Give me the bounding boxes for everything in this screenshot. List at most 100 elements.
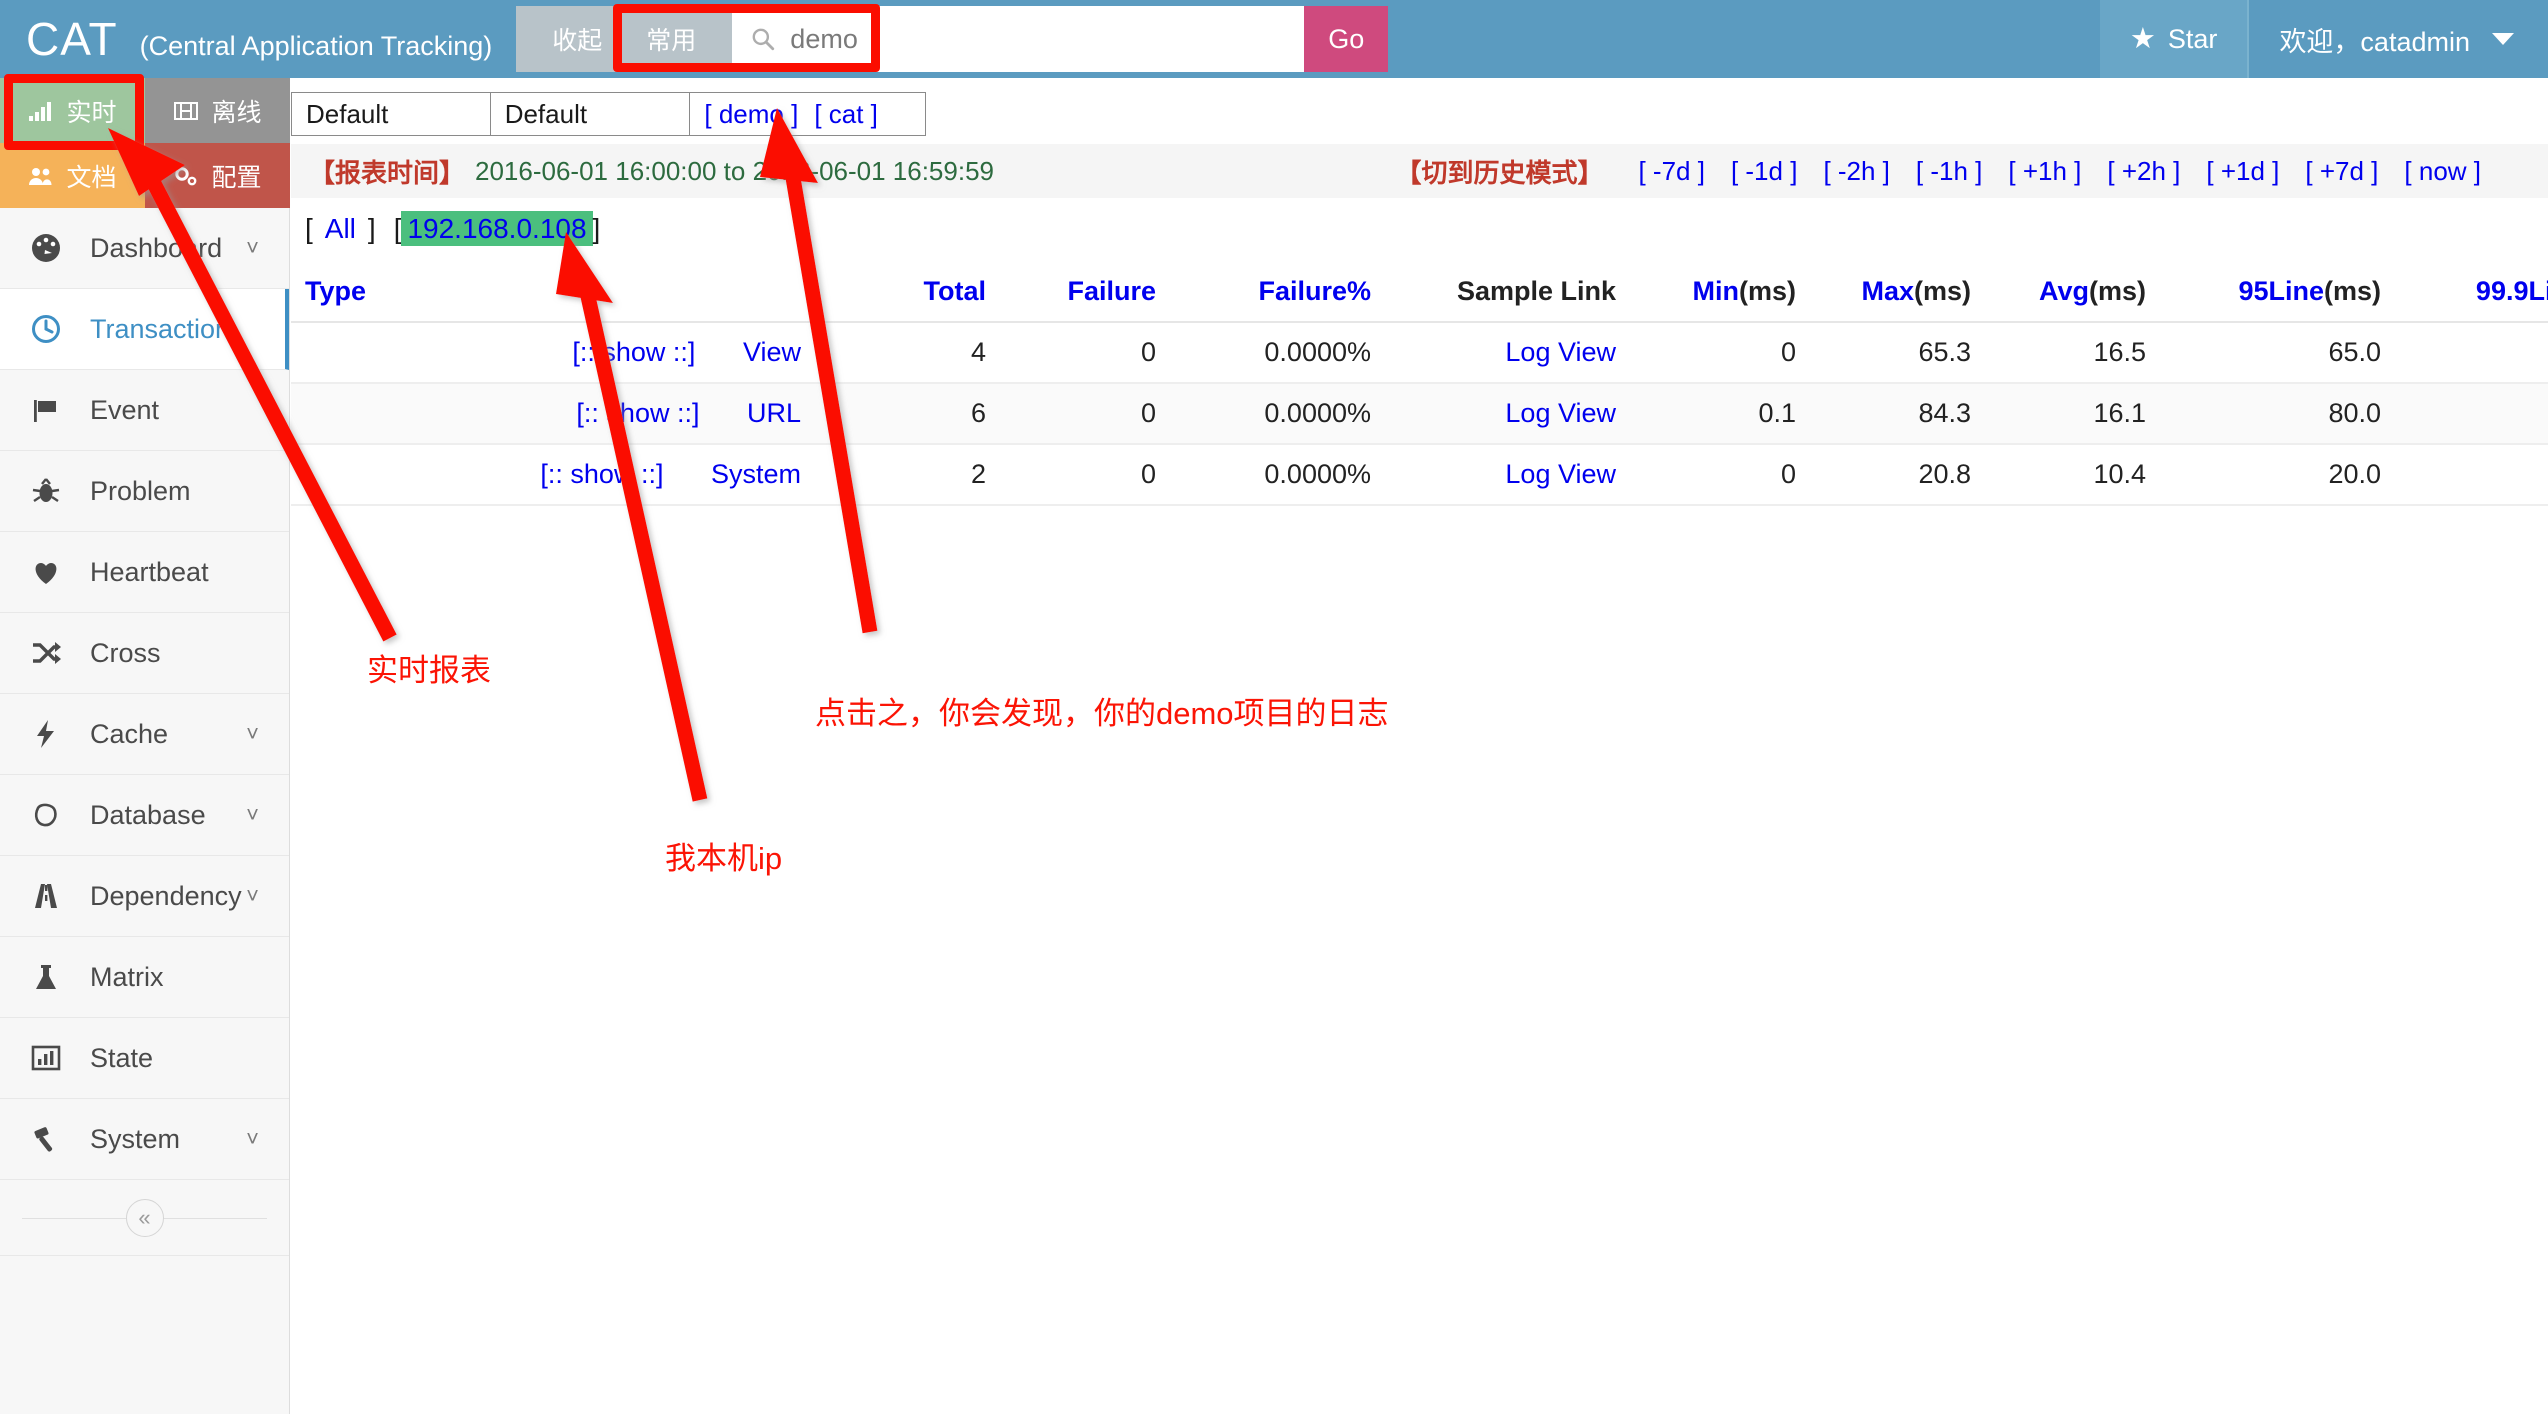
col-header-total[interactable]: Total bbox=[801, 264, 986, 323]
cell-total: 6 bbox=[801, 383, 986, 445]
type-link[interactable]: View bbox=[743, 337, 801, 367]
go-button[interactable]: Go bbox=[1304, 6, 1389, 72]
cell-999: 80.0 bbox=[2381, 383, 2548, 445]
sidebar-item-dependency[interactable]: Dependency ˅ bbox=[0, 856, 289, 937]
bracket-close: ] bbox=[367, 213, 376, 244]
domain-link-demo[interactable]: [ demo ] bbox=[704, 99, 798, 130]
common-menu[interactable]: 常用 bbox=[624, 21, 718, 57]
domain-breadcrumb: Default Default [ demo ] [ cat ] bbox=[291, 92, 926, 136]
history-link-plus7d[interactable]: [ +7d ] bbox=[2305, 156, 2378, 187]
col-header-sample[interactable]: Sample Link bbox=[1371, 264, 1616, 323]
report-time-label: 【报表时间】 bbox=[309, 157, 466, 188]
tab-docs-label: 文档 bbox=[66, 163, 117, 192]
col-header-failure[interactable]: Failure bbox=[986, 264, 1156, 323]
sidebar-item-matrix[interactable]: Matrix bbox=[0, 937, 289, 1018]
sidebar-item-label: Dashboard bbox=[90, 232, 223, 263]
users-icon bbox=[29, 167, 52, 185]
ip-filter-all[interactable]: All bbox=[313, 213, 368, 244]
sidebar-collapse-button[interactable]: « bbox=[125, 1198, 164, 1237]
star-button[interactable]: ★ Star bbox=[2099, 0, 2248, 78]
domain-cell-1[interactable]: Default bbox=[291, 93, 491, 135]
table-row: [:: show ::] System 2 0 0.0000% Log View… bbox=[291, 444, 2548, 506]
sidebar-item-cross[interactable]: Cross bbox=[0, 613, 289, 694]
col-header-min[interactable]: Min(ms) bbox=[1616, 264, 1796, 323]
sidebar-item-database[interactable]: Database ˅ bbox=[0, 775, 289, 856]
history-link-minus7d[interactable]: [ -7d ] bbox=[1638, 156, 1704, 187]
cell-min: 0.1 bbox=[1616, 383, 1796, 445]
col-header-999line[interactable]: 99.9Line(ms) bbox=[2381, 264, 2548, 323]
quick-toolbar: 收起 常用 bbox=[516, 6, 733, 72]
col-header-failurep[interactable]: Failure% bbox=[1156, 264, 1371, 323]
collapse-toggle[interactable]: 收起 bbox=[530, 21, 624, 57]
search-box[interactable] bbox=[732, 6, 1305, 72]
chevron-down-icon bbox=[2492, 33, 2514, 45]
cell-max: 65.3 bbox=[1796, 322, 1971, 384]
type-link[interactable]: System bbox=[711, 459, 801, 489]
type-link[interactable]: URL bbox=[747, 398, 801, 428]
user-menu[interactable]: 欢迎，catadmin bbox=[2247, 0, 2548, 78]
bolt-icon bbox=[26, 714, 66, 754]
cell-total: 4 bbox=[801, 322, 986, 384]
log-view-link[interactable]: Log View bbox=[1505, 398, 1616, 428]
cell-sample: Log View bbox=[1371, 383, 1616, 445]
log-view-link[interactable]: Log View bbox=[1505, 337, 1616, 367]
cell-max: 84.3 bbox=[1796, 383, 1971, 445]
brand: CAT (Central Application Tracking) bbox=[26, 12, 492, 66]
cell-sample: Log View bbox=[1371, 322, 1616, 384]
gears-icon bbox=[175, 166, 197, 185]
ip-filter-selected[interactable]: 192.168.0.108 bbox=[401, 211, 593, 246]
cell-failure: 0 bbox=[986, 444, 1156, 506]
flask-icon bbox=[26, 957, 66, 997]
sidebar-item-cache[interactable]: Cache ˅ bbox=[0, 694, 289, 775]
database-icon bbox=[26, 795, 66, 835]
col-header-max[interactable]: Max(ms) bbox=[1796, 264, 1971, 323]
brand-short: CAT bbox=[26, 13, 118, 65]
sidebar-item-transaction[interactable]: Transaction bbox=[0, 289, 289, 370]
star-label: Star bbox=[2167, 23, 2218, 54]
sidebar-item-event[interactable]: Event bbox=[0, 370, 289, 451]
history-link-minus1h[interactable]: [ -1h ] bbox=[1916, 156, 1982, 187]
search-input[interactable] bbox=[788, 22, 1269, 56]
history-link-plus1h[interactable]: [ +1h ] bbox=[2008, 156, 2081, 187]
brand-full: (Central Application Tracking) bbox=[139, 31, 493, 61]
col-header-type[interactable]: Type bbox=[291, 264, 801, 323]
cell-95: 20.0 bbox=[2146, 444, 2381, 506]
cell-95: 65.0 bbox=[2146, 322, 2381, 384]
show-link[interactable]: [:: show ::] bbox=[572, 337, 695, 367]
history-link-minus2h[interactable]: [ -2h ] bbox=[1823, 156, 1889, 187]
history-link-minus1d[interactable]: [ -1d ] bbox=[1731, 156, 1797, 187]
cell-avg: 16.5 bbox=[1971, 322, 2146, 384]
col-header-95line[interactable]: 95Line(ms) bbox=[2146, 264, 2381, 323]
cell-failurep: 0.0000% bbox=[1156, 444, 1371, 506]
tab-offline[interactable]: 离线 bbox=[145, 78, 290, 143]
sidebar-item-heartbeat[interactable]: Heartbeat bbox=[0, 532, 289, 613]
show-link[interactable]: [:: show ::] bbox=[540, 459, 663, 489]
sidebar-item-state[interactable]: State bbox=[0, 1018, 289, 1099]
tab-docs[interactable]: 文档 bbox=[0, 143, 145, 208]
tab-config[interactable]: 配置 bbox=[145, 143, 290, 208]
table-header-row: Type Total Failure Failure% Sample Link … bbox=[291, 264, 2548, 323]
cell-failure: 0 bbox=[986, 322, 1156, 384]
col-header-avg[interactable]: Avg(ms) bbox=[1971, 264, 2146, 323]
show-link[interactable]: [:: show ::] bbox=[576, 398, 699, 428]
sidebar-collapse-row: « bbox=[0, 1180, 289, 1256]
history-mode-group: 【切到历史模式】 [ -7d ] [ -1d ] [ -2h ] [ -1h ]… bbox=[1395, 153, 2530, 190]
history-link-plus1d[interactable]: [ +1d ] bbox=[2206, 156, 2279, 187]
sidebar-item-dashboard[interactable]: Dashboard ˅ bbox=[0, 208, 289, 289]
domain-cell-2[interactable]: Default bbox=[490, 93, 691, 135]
flag-icon bbox=[26, 390, 66, 430]
sidebar-item-label: Problem bbox=[90, 475, 191, 506]
history-link-now[interactable]: [ now ] bbox=[2404, 156, 2481, 187]
sidebar-item-system[interactable]: System ˅ bbox=[0, 1099, 289, 1180]
sidebar-item-problem[interactable]: Problem bbox=[0, 451, 289, 532]
domain-link-cat[interactable]: [ cat ] bbox=[814, 99, 878, 130]
main-content: Default Default [ demo ] [ cat ] 【报表时间】 … bbox=[291, 78, 2548, 1414]
star-icon: ★ bbox=[2129, 22, 2156, 55]
history-link-plus2h[interactable]: [ +2h ] bbox=[2107, 156, 2180, 187]
bug-icon bbox=[26, 471, 66, 511]
history-mode-label: 【切到历史模式】 bbox=[1395, 157, 1604, 188]
log-view-link[interactable]: Log View bbox=[1505, 459, 1616, 489]
header-right: ★ Star 欢迎，catadmin bbox=[2099, 0, 2548, 78]
tab-realtime[interactable]: 实时 bbox=[0, 78, 145, 143]
cell-type: [:: show ::] System bbox=[291, 444, 801, 506]
